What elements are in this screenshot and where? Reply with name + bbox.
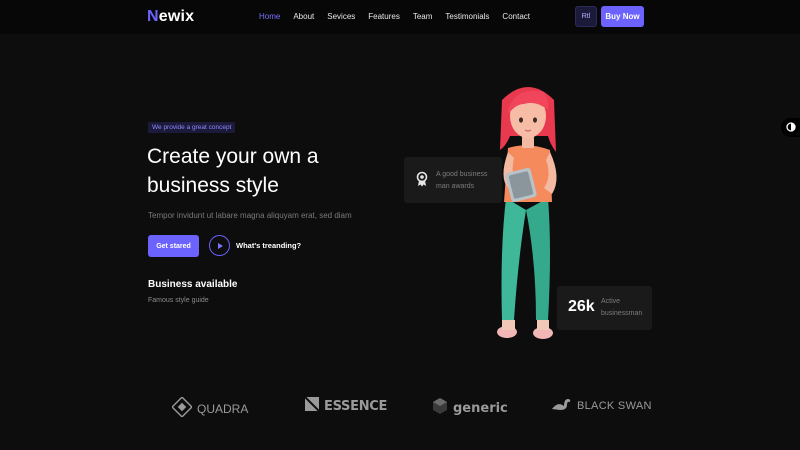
brand-generic: generic xyxy=(432,397,508,419)
site-header: Newix Home About Sevices Features Team T… xyxy=(0,0,800,34)
brand-quadra-text: QUADRA xyxy=(197,401,249,416)
brand-black-swan: BLACK SWAN xyxy=(550,397,652,414)
get-started-button[interactable]: Get stared xyxy=(148,235,199,257)
essence-logo-icon xyxy=(304,396,320,415)
logo-mark: N xyxy=(147,8,159,25)
logo[interactable]: Newix xyxy=(147,8,194,26)
brand-essence-text: ESSENCE xyxy=(324,398,388,414)
play-icon xyxy=(218,242,223,249)
buy-now-button[interactable]: Buy Now xyxy=(601,6,644,27)
play-video-button[interactable] xyxy=(209,235,230,256)
rtl-button[interactable]: Rtl xyxy=(575,6,597,27)
nav-team[interactable]: Team xyxy=(413,12,433,21)
business-subtitle: Famous style guide xyxy=(148,297,209,304)
medal-icon xyxy=(416,171,428,192)
trending-link[interactable]: What's treanding? xyxy=(236,241,301,250)
stat-number: 26k xyxy=(568,298,595,315)
generic-logo-icon xyxy=(432,397,448,419)
nav-testimonials[interactable]: Testimonials xyxy=(445,12,489,21)
hero-badge: We provide a great concept xyxy=(148,122,236,133)
stat-card: 26k Active businessman xyxy=(557,286,652,330)
main-nav: Home About Sevices Features Team Testimo… xyxy=(259,12,543,21)
logo-text: ewix xyxy=(158,8,195,25)
brand-essence: ESSENCE xyxy=(304,396,388,415)
nav-home[interactable]: Home xyxy=(259,12,280,21)
nav-about[interactable]: About xyxy=(293,12,314,21)
nav-services[interactable]: Sevices xyxy=(327,12,355,21)
brand-generic-text: generic xyxy=(453,400,508,416)
stat-label: Active businessman xyxy=(601,298,643,317)
nav-contact[interactable]: Contact xyxy=(502,12,530,21)
swan-logo-icon xyxy=(550,397,572,414)
theme-toggle[interactable] xyxy=(781,118,800,137)
business-title: Business available xyxy=(148,279,238,290)
moon-icon xyxy=(785,119,796,137)
brand-black-swan-text: BLACK SWAN xyxy=(577,399,652,412)
hero-title: Create your own a business style xyxy=(147,145,319,197)
quadra-logo-icon xyxy=(171,396,193,420)
hero-subtitle: Tempor invidunt ut labare magna aliquyam… xyxy=(148,211,352,220)
brand-quadra: QUADRA xyxy=(171,396,249,420)
nav-features[interactable]: Features xyxy=(368,12,400,21)
